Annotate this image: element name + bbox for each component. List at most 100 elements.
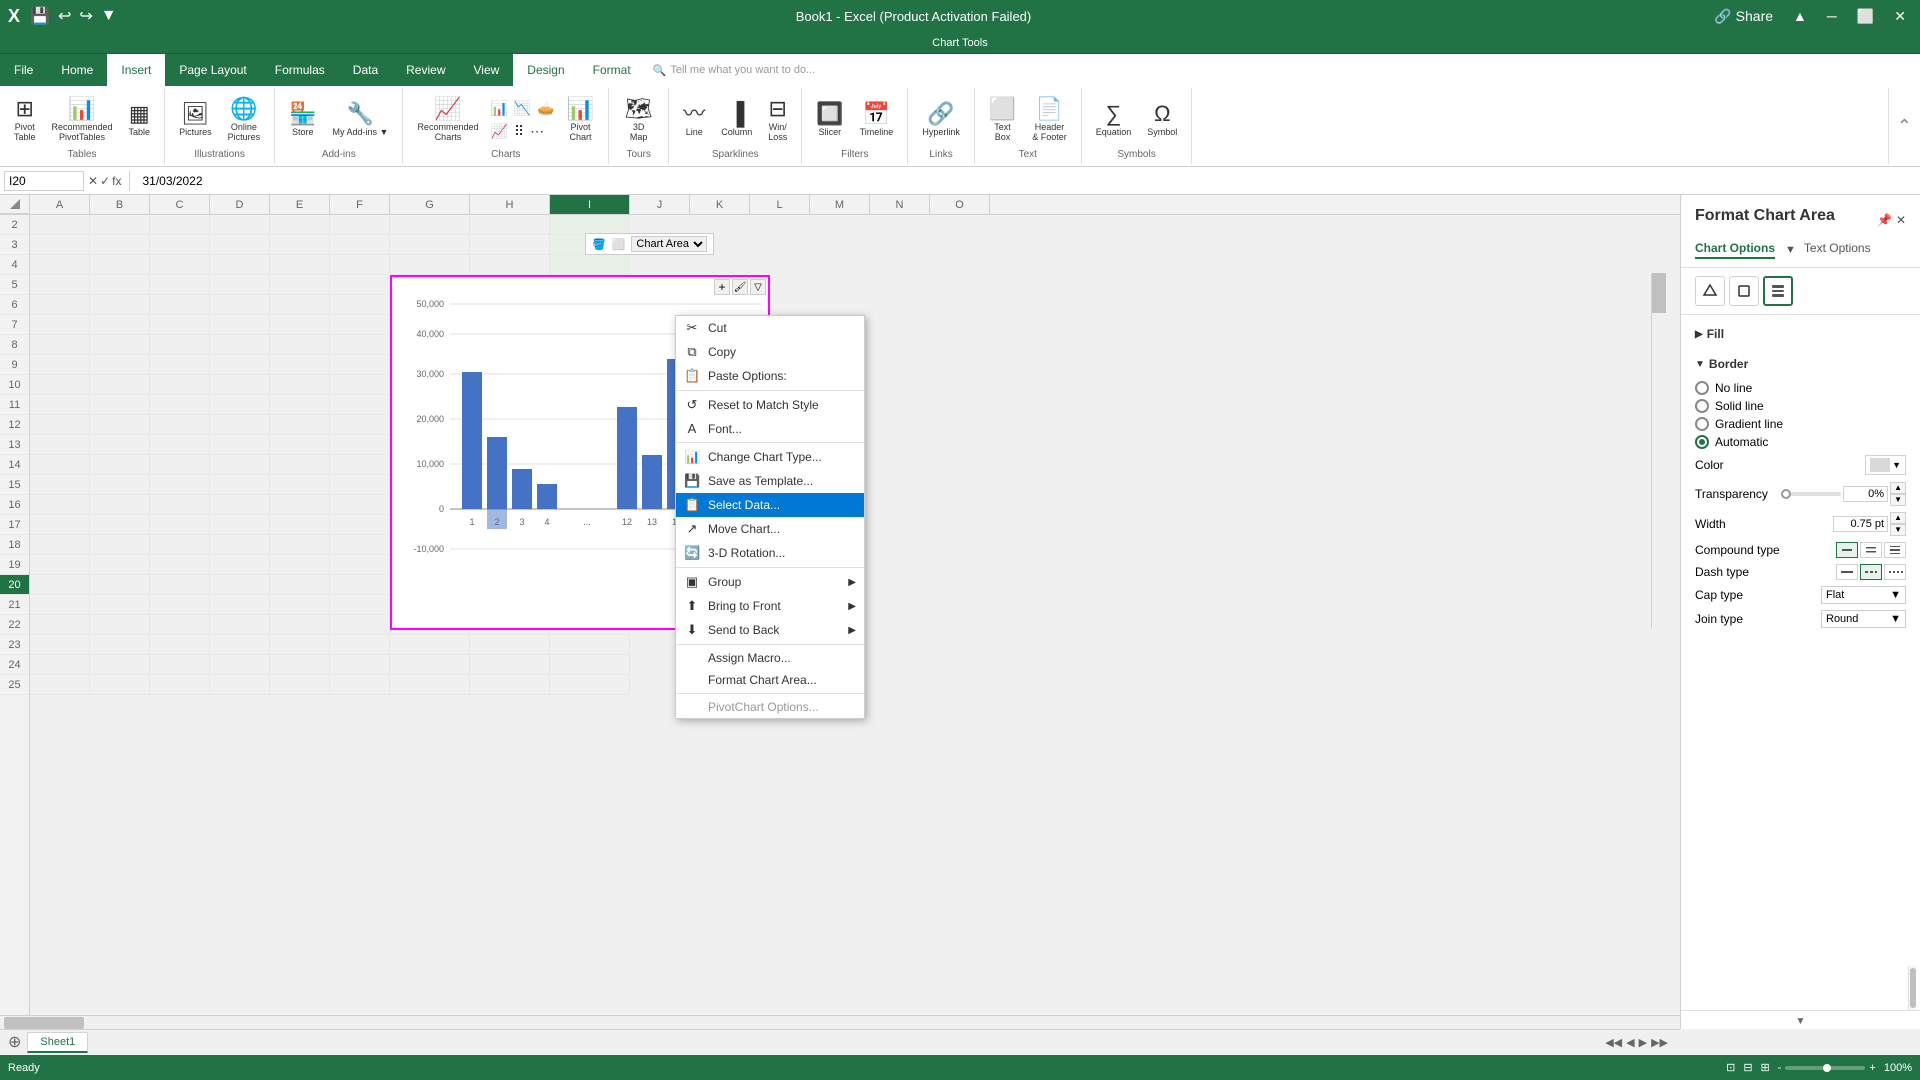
ribbon-collapse-button[interactable]: ▲ <box>1787 6 1813 26</box>
compound-double-icon[interactable] <box>1860 542 1882 558</box>
dash-dashed-icon[interactable] <box>1860 564 1882 580</box>
ctx-assign-macro[interactable]: Assign Macro... <box>676 647 864 669</box>
ctx-format-chart[interactable]: Format Chart Area... <box>676 669 864 691</box>
cell-e2[interactable] <box>270 215 330 235</box>
row-num-18[interactable]: 18 <box>0 535 29 555</box>
solid-line-radio[interactable] <box>1695 399 1709 413</box>
column-sparkline-button[interactable]: ▐ Column <box>715 99 758 141</box>
border-section-header[interactable]: ▼ Border <box>1695 353 1906 375</box>
col-header-i[interactable]: I <box>550 195 630 214</box>
fill-icon[interactable]: 🪣 <box>592 238 606 251</box>
scatter-chart-button[interactable]: ⠿ <box>512 121 526 142</box>
tab-insert[interactable]: Insert <box>107 54 165 86</box>
sheet-scroll-right[interactable]: ▶ <box>1639 1036 1647 1049</box>
chart-add-button[interactable]: + <box>714 279 730 295</box>
bar-chart-button[interactable]: 📊 <box>488 98 509 119</box>
row-num-24[interactable]: 24 <box>0 655 29 675</box>
collapse-ribbon-button[interactable]: ⌃ <box>1889 88 1920 164</box>
col-header-a[interactable]: A <box>30 195 90 214</box>
header-footer-button[interactable]: 📄 Header& Footer <box>1026 94 1073 146</box>
dash-solid-icon[interactable] <box>1836 564 1858 580</box>
restore-button[interactable]: ⬜ <box>1851 6 1880 27</box>
my-addins-button[interactable]: 🔧 My Add-ins ▼ <box>327 99 395 141</box>
pivot-chart-button[interactable]: 📊 PivotChart <box>561 94 600 146</box>
close-button[interactable]: ✕ <box>1888 6 1912 27</box>
equation-button[interactable]: ∑ Equation <box>1090 99 1138 141</box>
add-sheet-button[interactable]: ⊕ <box>4 1032 25 1052</box>
panel-scroll-thumb[interactable] <box>1910 968 1916 1008</box>
color-picker-button[interactable]: ▼ <box>1865 455 1906 475</box>
row-num-9[interactable]: 9 <box>0 355 29 375</box>
tab-review[interactable]: Review <box>392 54 459 86</box>
formula-input[interactable] <box>138 174 1916 188</box>
cell-h2[interactable] <box>470 215 550 235</box>
transparency-slider[interactable] <box>1781 492 1841 496</box>
zoom-out-button[interactable]: - <box>1778 1062 1782 1074</box>
chart-area-select[interactable]: Chart Area <box>631 236 707 252</box>
col-header-o[interactable]: O <box>930 195 990 214</box>
panel-scroll-down[interactable]: ▼ <box>1681 1010 1920 1029</box>
compound-triple-icon[interactable] <box>1884 542 1906 558</box>
cell-b2[interactable] <box>90 215 150 235</box>
row-num-10[interactable]: 10 <box>0 375 29 395</box>
cell-d2[interactable] <box>210 215 270 235</box>
slicer-button[interactable]: 🔲 Slicer <box>810 99 849 141</box>
ctx-group[interactable]: ▣ Group ▶ <box>676 570 864 594</box>
zoom-slider[interactable] <box>1785 1066 1865 1070</box>
hyperlink-button[interactable]: 🔗 Hyperlink <box>916 99 966 141</box>
width-input[interactable] <box>1833 516 1888 532</box>
panel-close-icon[interactable]: ✕ <box>1896 213 1906 227</box>
width-spin-down[interactable]: ▼ <box>1890 524 1906 536</box>
automatic-radio[interactable] <box>1695 435 1709 449</box>
panel-scrollbar[interactable] <box>1908 966 1916 1010</box>
panel-pin-icon[interactable]: 📌 <box>1877 213 1892 227</box>
row-num-3[interactable]: 3 <box>0 235 29 255</box>
ctx-select-data[interactable]: 📋 Select Data... <box>676 493 864 517</box>
save-icon[interactable]: 💾 <box>28 4 52 28</box>
cap-type-dropdown[interactable]: Flat ▼ <box>1821 586 1906 604</box>
area-chart-button[interactable]: 📈 <box>488 121 509 142</box>
h-scroll-thumb[interactable] <box>4 1017 84 1029</box>
cell-f2[interactable] <box>330 215 390 235</box>
row-num-4[interactable]: 4 <box>0 255 29 275</box>
chart-filter-button[interactable]: 🖌 <box>732 279 748 295</box>
tab-data[interactable]: Data <box>339 54 392 86</box>
col-header-h[interactable]: H <box>470 195 550 214</box>
online-pictures-button[interactable]: 🌐 OnlinePictures <box>222 94 267 146</box>
line-sparkline-button[interactable]: 〰 Line <box>677 99 711 141</box>
col-header-c[interactable]: C <box>150 195 210 214</box>
panel-icon-fill[interactable] <box>1695 276 1725 306</box>
ctx-send-back[interactable]: ⬇ Send to Back ▶ <box>676 618 864 642</box>
spin-up[interactable]: ▲ <box>1890 482 1906 494</box>
zoom-level[interactable]: 100% <box>1884 1062 1912 1074</box>
width-spin-up[interactable]: ▲ <box>1890 512 1906 524</box>
vertical-scrollbar[interactable] <box>1651 273 1665 628</box>
sheet-scroll-left[interactable]: ◀◀ <box>1605 1036 1622 1049</box>
row-num-7[interactable]: 7 <box>0 315 29 335</box>
ctx-save-template[interactable]: 💾 Save as Template... <box>676 469 864 493</box>
ctx-cut[interactable]: ✂ Cut <box>676 316 864 340</box>
timeline-button[interactable]: 📅 Timeline <box>854 99 900 141</box>
col-header-f[interactable]: F <box>330 195 390 214</box>
insert-function-icon[interactable]: fx <box>112 174 121 188</box>
no-line-radio[interactable] <box>1695 381 1709 395</box>
row-num-16[interactable]: 16 <box>0 495 29 515</box>
page-break-view-icon[interactable]: ⊞ <box>1761 1061 1770 1074</box>
row-num-2[interactable]: 2 <box>0 215 29 235</box>
ctx-copy[interactable]: ⧉ Copy <box>676 340 864 364</box>
page-layout-view-icon[interactable]: ⊟ <box>1743 1061 1752 1074</box>
ctx-bring-front[interactable]: ⬆ Bring to Front ▶ <box>676 594 864 618</box>
zoom-in-button[interactable]: + <box>1869 1062 1875 1074</box>
tab-formulas[interactable]: Formulas <box>261 54 339 86</box>
tab-view[interactable]: View <box>460 54 514 86</box>
col-header-l[interactable]: L <box>750 195 810 214</box>
col-header-e[interactable]: E <box>270 195 330 214</box>
sheet-scroll-left2[interactable]: ◀ <box>1626 1036 1634 1049</box>
pivot-table-button[interactable]: ⊞ PivotTable <box>8 94 42 146</box>
col-header-j[interactable]: J <box>630 195 690 214</box>
row-num-5[interactable]: 5 <box>0 275 29 295</box>
recommended-pivot-tables-button[interactable]: 📊 RecommendedPivotTables <box>46 94 119 146</box>
row-num-25[interactable]: 25 <box>0 675 29 695</box>
line-chart-button[interactable]: 📉 <box>512 98 533 119</box>
compound-single-icon[interactable] <box>1836 542 1858 558</box>
